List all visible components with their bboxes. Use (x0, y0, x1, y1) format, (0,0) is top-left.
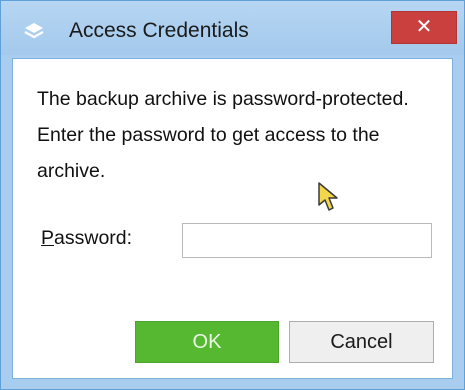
cancel-button[interactable]: Cancel (289, 321, 434, 363)
close-button[interactable]: ✕ (391, 11, 457, 44)
title-bar[interactable]: Access Credentials ✕ (1, 1, 464, 55)
window-title: Access Credentials (69, 19, 249, 42)
password-label-accelerator: P (41, 227, 55, 249)
dialog-window: Access Credentials ✕ The backup archive … (0, 0, 465, 390)
mouse-pointer-icon (317, 181, 339, 213)
password-input[interactable] (182, 223, 432, 258)
password-label-text: assword: (54, 227, 133, 249)
dialog-body: The backup archive is password-protected… (12, 58, 453, 379)
ok-button[interactable]: OK (135, 321, 279, 363)
close-icon: ✕ (415, 16, 433, 38)
prompt-message: The backup archive is password-protected… (37, 88, 409, 182)
password-label: Password: (41, 227, 132, 250)
layers-icon (23, 21, 45, 41)
